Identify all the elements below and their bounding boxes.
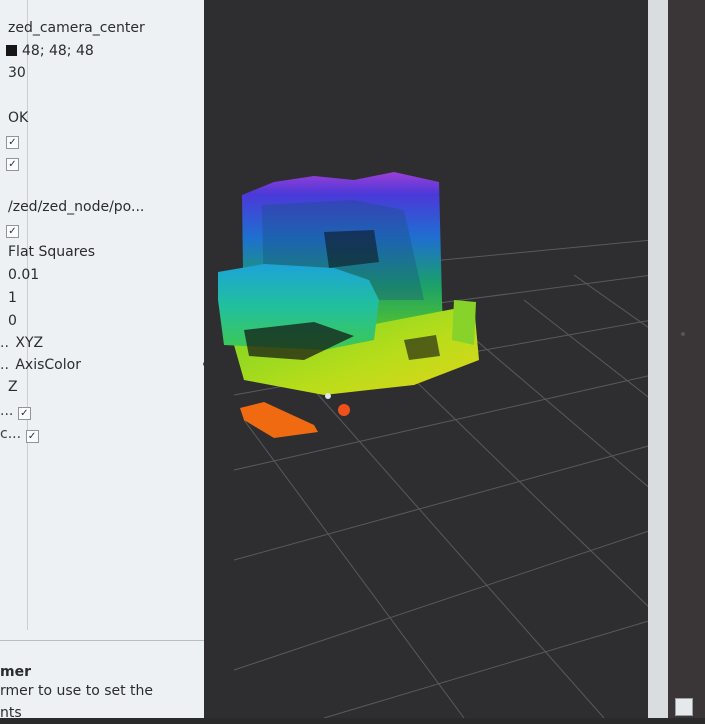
checkbox[interactable]: ✓	[6, 225, 19, 238]
property-value: 30	[8, 65, 26, 81]
point-cloud-render	[204, 0, 652, 718]
property-value: OK	[8, 110, 29, 126]
resize-corner[interactable]	[675, 698, 693, 716]
property-row-axis[interactable]: Z	[6, 376, 18, 398]
property-label-truncated: ..	[0, 357, 9, 373]
monitor-bezel	[668, 0, 705, 718]
property-row-checkbox-2[interactable]: ✓	[6, 151, 19, 173]
property-row-background-color[interactable]: 48; 48; 48	[6, 40, 94, 62]
property-value: XYZ	[15, 335, 44, 351]
description-text: rmer to use to set the nts	[0, 680, 200, 724]
property-label-truncated: ...	[0, 403, 14, 419]
property-row-checkbox-1[interactable]: ✓	[6, 129, 19, 151]
property-value: /zed/zed_node/po...	[8, 199, 145, 215]
property-value: Flat Squares	[8, 244, 96, 260]
property-value: Z	[8, 379, 18, 395]
property-label-truncated: ..	[0, 335, 9, 351]
property-row-position-transformer[interactable]: .. XYZ	[0, 332, 43, 354]
property-row-use-fixed[interactable]: c... ✓	[0, 423, 39, 445]
checkbox[interactable]: ✓	[6, 158, 19, 171]
property-label-truncated: c...	[0, 426, 22, 442]
property-value: 48; 48; 48	[22, 43, 94, 59]
property-value: 0	[8, 313, 17, 329]
property-row-alpha[interactable]: 1	[6, 287, 17, 309]
property-value: zed_camera_center	[8, 20, 145, 36]
description-title: mer	[0, 664, 31, 680]
property-value: 1	[8, 290, 17, 306]
3d-viewport[interactable]	[204, 0, 652, 718]
property-row-autocompute[interactable]: ... ✓	[0, 400, 31, 422]
checkbox[interactable]: ✓	[6, 136, 19, 149]
property-value: AxisColor	[15, 357, 81, 373]
description-line: nts	[0, 705, 22, 721]
property-row-topic[interactable]: /zed/zed_node/po...	[6, 196, 144, 218]
column-divider	[27, 0, 28, 630]
property-value: 0.01	[8, 267, 40, 283]
description-separator	[0, 640, 212, 641]
properties-panel: zed_camera_center 48; 48; 48 30 OK ✓ ✓ /…	[0, 0, 212, 721]
window-frame-right	[648, 0, 668, 718]
checkbox[interactable]: ✓	[17, 407, 31, 420]
property-row-style[interactable]: Flat Squares	[6, 241, 95, 263]
description-line: rmer to use to set the	[0, 683, 154, 699]
color-swatch	[6, 45, 17, 56]
property-row-status[interactable]: OK	[6, 107, 28, 129]
property-row-target-frame[interactable]: zed_camera_center	[6, 17, 145, 39]
checkbox[interactable]: ✓	[25, 430, 39, 443]
splitter-handle-icon	[681, 332, 685, 336]
property-row-decay[interactable]: 0	[6, 310, 17, 332]
property-row-size[interactable]: 0.01	[6, 264, 39, 286]
property-row-frame-rate[interactable]: 30	[6, 62, 26, 84]
property-row-color-transformer[interactable]: .. AxisColor	[0, 354, 81, 376]
property-row-enabled[interactable]: ✓	[6, 218, 19, 240]
